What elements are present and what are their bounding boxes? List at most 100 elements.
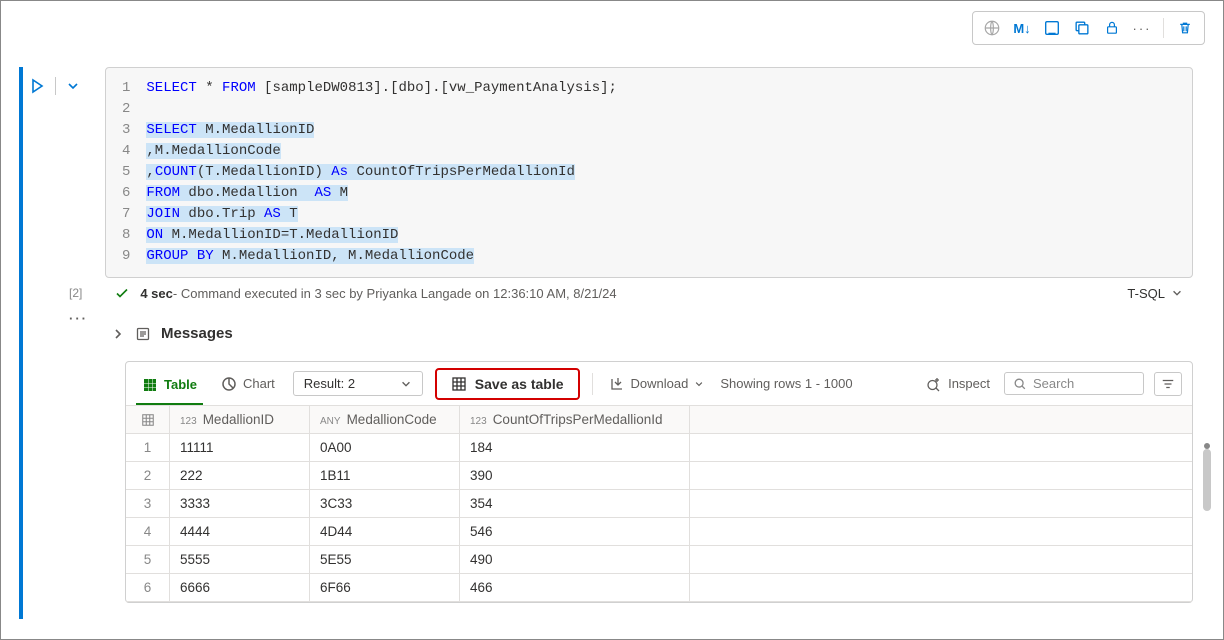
table-row[interactable]: 1111110A00184 xyxy=(126,434,1192,462)
search-input[interactable]: Search xyxy=(1004,372,1144,395)
chevron-down-icon xyxy=(1171,287,1183,299)
check-icon xyxy=(114,285,130,301)
row-number: 6 xyxy=(126,574,170,601)
table-row[interactable]: 666666F66466 xyxy=(126,574,1192,602)
cell-index: [2] xyxy=(69,286,82,300)
tab-label: Table xyxy=(164,377,197,392)
row-number: 5 xyxy=(126,546,170,573)
more-icon[interactable]: ··· xyxy=(1129,16,1155,40)
chevron-down-icon xyxy=(694,379,704,389)
code-editor[interactable]: 123456789 SELECT * FROM [sampleDW0813].[… xyxy=(105,67,1193,278)
inspect-button[interactable]: Inspect xyxy=(922,372,994,396)
cell: 5555 xyxy=(170,546,310,573)
col-header[interactable]: 123 CountOfTripsPerMedallionId xyxy=(460,406,690,433)
lock-icon[interactable] xyxy=(1099,16,1125,40)
table-row[interactable]: 22221B11390 xyxy=(126,462,1192,490)
cell: 6666 xyxy=(170,574,310,601)
table-row[interactable]: 555555E55490 xyxy=(126,546,1192,574)
cell-accent xyxy=(19,67,23,619)
download-label: Download xyxy=(631,376,689,391)
col-name: MedallionID xyxy=(203,412,274,427)
rows-showing: Showing rows 1 - 1000 xyxy=(720,376,852,391)
results-panel: Table Chart Result: 2 Save as table Down… xyxy=(125,361,1193,603)
cell: 6F66 xyxy=(310,574,460,601)
result-selector[interactable]: Result: 2 xyxy=(293,371,423,396)
results-grid: 123 MedallionID ANY MedallionCode 123 Count… xyxy=(126,406,1192,602)
tab-label: Chart xyxy=(243,376,275,391)
run-controls xyxy=(29,77,80,95)
inspect-icon xyxy=(926,376,942,392)
table-row[interactable]: 333333C33354 xyxy=(126,490,1192,518)
corner-cell[interactable] xyxy=(126,406,170,433)
tab-chart[interactable]: Chart xyxy=(215,370,281,398)
tablet-icon[interactable] xyxy=(1039,16,1065,40)
search-icon xyxy=(1013,377,1027,391)
language-label: T-SQL xyxy=(1127,286,1165,301)
filter-icon xyxy=(1161,377,1175,391)
type-tag: 123 xyxy=(180,416,197,427)
row-number: 2 xyxy=(126,462,170,489)
cell: 0A00 xyxy=(310,434,460,461)
globe-icon[interactable] xyxy=(979,16,1005,40)
type-tag: ANY xyxy=(320,416,341,427)
save-as-table-label: Save as table xyxy=(475,376,564,392)
save-as-table-button[interactable]: Save as table xyxy=(435,368,580,400)
cell-toolbar: M↓ ··· xyxy=(972,11,1205,45)
line-gutter: 123456789 xyxy=(122,78,146,267)
messages-label: Messages xyxy=(161,325,233,342)
cell: 11111 xyxy=(170,434,310,461)
messages-icon xyxy=(135,326,151,342)
more-icon[interactable]: ··· xyxy=(69,311,88,326)
inspect-label: Inspect xyxy=(948,376,990,391)
chart-icon xyxy=(221,376,237,392)
copy-icon[interactable] xyxy=(1069,16,1095,40)
col-name: MedallionCode xyxy=(347,412,437,427)
cell: 184 xyxy=(460,434,690,461)
tab-table[interactable]: Table xyxy=(136,371,203,405)
markdown-icon[interactable]: M↓ xyxy=(1009,16,1035,40)
cell: 390 xyxy=(460,462,690,489)
row-number: 3 xyxy=(126,490,170,517)
status-message: - Command executed in 3 sec by Priyanka … xyxy=(173,286,617,301)
chevron-right-icon xyxy=(111,327,125,341)
result-label: Result: 2 xyxy=(304,376,355,391)
cell: 4444 xyxy=(170,518,310,545)
scrollbar[interactable] xyxy=(1203,449,1211,511)
cell: 222 xyxy=(170,462,310,489)
cell: 4D44 xyxy=(310,518,460,545)
chevron-down-icon[interactable] xyxy=(66,79,80,93)
messages-toggle[interactable]: Messages xyxy=(111,325,233,342)
download-button[interactable]: Download xyxy=(605,372,709,396)
filter-button[interactable] xyxy=(1154,372,1182,396)
col-name: CountOfTripsPerMedallionId xyxy=(493,412,663,427)
cell: 1B11 xyxy=(310,462,460,489)
type-tag: 123 xyxy=(470,416,487,427)
status-time: 4 sec xyxy=(140,286,173,301)
divider xyxy=(1163,18,1164,38)
cell: 3333 xyxy=(170,490,310,517)
cell: 490 xyxy=(460,546,690,573)
row-number: 4 xyxy=(126,518,170,545)
results-toolbar: Table Chart Result: 2 Save as table Down… xyxy=(126,362,1192,406)
delete-icon[interactable] xyxy=(1172,16,1198,40)
table-row[interactable]: 444444D44546 xyxy=(126,518,1192,546)
cell: 3C33 xyxy=(310,490,460,517)
col-header[interactable]: 123 MedallionID xyxy=(170,406,310,433)
cell: 354 xyxy=(460,490,690,517)
search-placeholder: Search xyxy=(1033,376,1074,391)
table-icon xyxy=(142,377,158,393)
cell: 546 xyxy=(460,518,690,545)
run-icon[interactable] xyxy=(29,78,45,94)
grid-icon xyxy=(141,413,155,427)
cell: 466 xyxy=(460,574,690,601)
divider xyxy=(592,373,593,395)
status-bar: [2] 4 sec - Command executed in 3 sec by… xyxy=(69,277,1193,309)
language-selector[interactable]: T-SQL xyxy=(1127,286,1193,301)
cell: 5E55 xyxy=(310,546,460,573)
row-number: 1 xyxy=(126,434,170,461)
col-header[interactable]: ANY MedallionCode xyxy=(310,406,460,433)
divider xyxy=(55,77,56,95)
code-content: SELECT * FROM [sampleDW0813].[dbo].[vw_P… xyxy=(146,78,617,267)
grid-header: 123 MedallionID ANY MedallionCode 123 Count… xyxy=(126,406,1192,434)
chevron-down-icon xyxy=(400,378,412,390)
